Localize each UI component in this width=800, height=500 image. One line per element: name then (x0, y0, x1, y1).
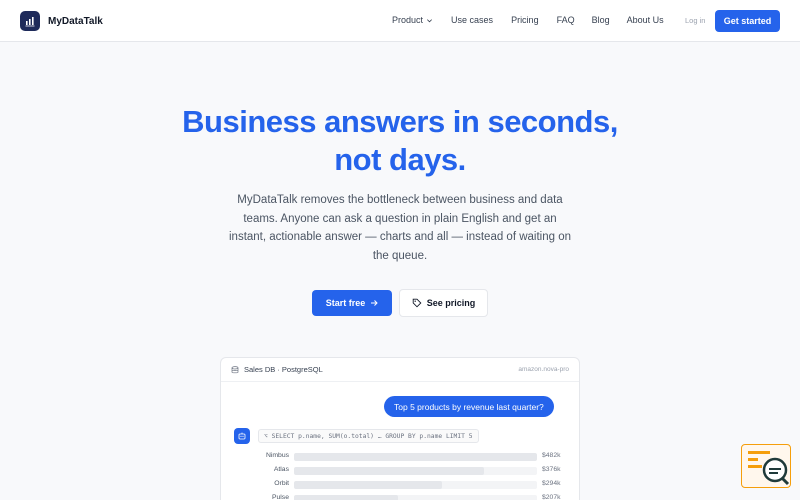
result-value: $294k (542, 480, 561, 487)
result-value: $376k (542, 466, 561, 473)
search-chat-icon (748, 451, 790, 486)
result-bar (294, 467, 484, 475)
brand-logo[interactable]: MyDataTalk (20, 11, 103, 31)
result-bar-track (294, 481, 537, 489)
result-bar (294, 495, 399, 500)
result-bar-track (294, 453, 537, 461)
chat-search-widget[interactable] (741, 444, 791, 488)
robot-icon (238, 432, 246, 440)
result-value: $482k (542, 452, 561, 459)
user-question-bubble: Top 5 products by revenue last quarter? (384, 396, 554, 417)
nav-links: Product Use cases Pricing FAQ Blog About… (392, 15, 664, 25)
start-free-label: Start free (325, 298, 366, 308)
result-row: Pulse $207k (221, 492, 579, 500)
result-row: Orbit $294k (221, 478, 579, 492)
chevron-down-icon (427, 18, 433, 22)
nav-blog[interactable]: Blog (592, 15, 610, 25)
db-source-label: Sales DB · PostgreSQL (244, 365, 323, 374)
result-bar-track (294, 495, 537, 500)
result-value: $207k (542, 494, 561, 500)
result-bar-track (294, 467, 537, 475)
arrow-right-icon (371, 300, 378, 306)
chart-logo-icon (20, 11, 40, 31)
tag-icon (412, 298, 422, 308)
demo-chat-card: Sales DB · PostgreSQL amazon.nova-pro To… (220, 357, 580, 500)
start-free-button[interactable]: Start free (312, 290, 392, 316)
result-name: Nimbus (265, 452, 289, 459)
brand-name: MyDataTalk (48, 15, 103, 27)
result-name: Pulse (271, 494, 289, 500)
revenue-results: Nimbus $482k Atlas $376k Orbit $294k Pulse $207… (221, 450, 579, 500)
generated-sql: ⌥ SELECT p.name, SUM(o.total) … GROUP BY… (258, 429, 479, 443)
hero-headline-line-2: not days. (334, 142, 466, 177)
hero-subtext: MyDataTalk removes the bottleneck betwee… (229, 194, 571, 262)
hero-headline: Business answers in seconds, not days. (0, 103, 800, 179)
result-name: Atlas (273, 466, 289, 473)
login-link[interactable]: Log in (685, 16, 705, 25)
result-row: Atlas $376k (221, 464, 579, 478)
db-source: Sales DB · PostgreSQL (231, 365, 323, 374)
database-icon (231, 365, 239, 373)
see-pricing-label: See pricing (426, 298, 476, 308)
result-row: Nimbus $482k (221, 450, 579, 464)
get-started-button[interactable]: Get started (715, 10, 780, 32)
result-name: Orbit (274, 480, 289, 487)
hero-headline-line-1: Business answers in seconds, (182, 104, 618, 139)
see-pricing-button[interactable]: See pricing (399, 289, 488, 317)
model-label: amazon.nova-pro (518, 366, 569, 373)
nav-use-cases[interactable]: Use cases (451, 15, 493, 25)
nav-pricing[interactable]: Pricing (511, 15, 539, 25)
demo-card-header: Sales DB · PostgreSQL amazon.nova-pro (221, 358, 579, 382)
top-nav: MyDataTalk Product Use cases Pricing FAQ… (0, 0, 800, 42)
nav-about-us[interactable]: About Us (627, 15, 664, 25)
result-bar (294, 453, 537, 461)
nav-faq[interactable]: FAQ (557, 15, 575, 25)
result-bar (294, 481, 443, 489)
nav-product[interactable]: Product (392, 15, 433, 25)
bot-avatar (234, 428, 250, 444)
nav-product-label: Product (392, 15, 424, 25)
